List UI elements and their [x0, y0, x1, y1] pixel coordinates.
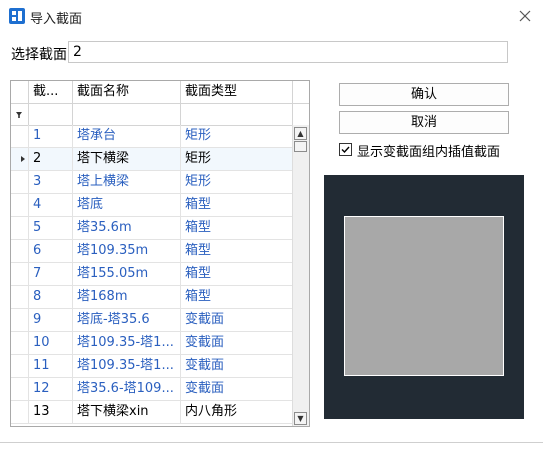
row-indicator-cell[interactable] [11, 194, 29, 216]
row-name-cell[interactable]: 塔35.6m [73, 217, 181, 239]
row-id-cell[interactable]: 5 [29, 217, 73, 239]
row-indicator-cell[interactable] [11, 217, 29, 239]
row-id-cell[interactable]: 10 [29, 332, 73, 354]
row-indicator-cell[interactable] [11, 309, 29, 331]
row-indicator-cell[interactable] [11, 263, 29, 285]
header-name[interactable]: 截面名称 [73, 81, 181, 103]
header-type[interactable]: 截面类型 [181, 81, 293, 103]
row-name-cell[interactable]: 塔155.05m [73, 263, 181, 285]
row-name-cell[interactable]: 塔上横梁 [73, 171, 181, 193]
table-row[interactable]: 13 塔下横梁xin 内八角形 [11, 401, 293, 424]
checkmark-icon [341, 146, 350, 154]
filter-icon[interactable] [11, 103, 29, 125]
row-pointer-icon [21, 156, 25, 162]
row-type-cell[interactable]: 箱型 [181, 263, 293, 285]
scroll-thumb[interactable] [294, 141, 307, 152]
row-type-cell[interactable]: 矩形 [181, 171, 293, 193]
row-name-cell[interactable]: 塔35.6-塔109... [73, 378, 181, 400]
filter-name-cell[interactable] [73, 103, 181, 125]
table-row[interactable]: 6 塔109.35m 箱型 [11, 240, 293, 263]
close-icon[interactable] [515, 6, 535, 26]
table-row[interactable]: 5 塔35.6m 箱型 [11, 217, 293, 240]
app-icon [9, 8, 25, 24]
cancel-button[interactable]: 取消 [339, 111, 509, 134]
window-title: 导入截面 [30, 12, 83, 27]
row-type-cell[interactable]: 箱型 [181, 217, 293, 239]
interp-checkbox-label[interactable]: 显示变截面组内插值截面 [357, 141, 500, 160]
table-row[interactable]: 1 塔承台 矩形 [11, 125, 293, 148]
row-type-cell[interactable]: 变截面 [181, 309, 293, 331]
row-type-cell[interactable]: 箱型 [181, 240, 293, 262]
row-id-cell[interactable]: 12 [29, 378, 73, 400]
row-indicator-cell[interactable] [11, 240, 29, 262]
row-name-cell[interactable]: 塔168m [73, 286, 181, 308]
row-id-cell[interactable]: 13 [29, 401, 73, 423]
row-name-cell[interactable]: 塔下横梁xin [73, 401, 181, 423]
table-row[interactable]: 12 塔35.6-塔109... 变截面 [11, 378, 293, 401]
title-bar: 导入截面 [0, 0, 543, 32]
table-row[interactable]: 9 塔底-塔35.6 变截面 [11, 309, 293, 332]
row-id-cell[interactable]: 7 [29, 263, 73, 285]
row-indicator-cell[interactable] [11, 171, 29, 193]
table-row[interactable]: 4 塔底 箱型 [11, 194, 293, 217]
row-id-cell[interactable]: 3 [29, 171, 73, 193]
row-type-cell[interactable]: 箱型 [181, 286, 293, 308]
vertical-scrollbar[interactable]: ▲ ▼ [292, 125, 309, 426]
header-id[interactable]: 截... [29, 81, 73, 103]
row-type-cell[interactable]: 变截面 [181, 332, 293, 354]
row-id-cell[interactable]: 4 [29, 194, 73, 216]
section-preview [324, 175, 524, 419]
header-indicator-cell [11, 81, 29, 103]
table-header: 截... 截面名称 截面类型 [11, 81, 309, 104]
row-type-cell[interactable]: 变截面 [181, 355, 293, 377]
table-row[interactable]: 7 塔155.05m 箱型 [11, 263, 293, 286]
select-section-label: 选择截面 [11, 47, 67, 63]
filter-row[interactable] [11, 103, 309, 126]
row-indicator-cell[interactable] [11, 286, 29, 308]
row-type-cell[interactable]: 矩形 [181, 125, 293, 147]
table-row[interactable]: 10 塔109.35-塔1... 变截面 [11, 332, 293, 355]
row-name-cell[interactable]: 塔109.35m [73, 240, 181, 262]
row-indicator-cell[interactable] [11, 125, 29, 147]
scroll-up-icon[interactable]: ▲ [294, 127, 307, 140]
row-indicator-cell[interactable] [11, 401, 29, 423]
row-name-cell[interactable]: 塔承台 [73, 125, 181, 147]
row-type-cell[interactable]: 内八角形 [181, 401, 293, 423]
row-name-cell[interactable]: 塔底 [73, 194, 181, 216]
interp-checkbox[interactable] [339, 143, 352, 156]
row-indicator-cell[interactable] [11, 332, 29, 354]
row-id-cell[interactable]: 2 [29, 148, 73, 170]
row-id-cell[interactable]: 1 [29, 125, 73, 147]
row-indicator-cell[interactable] [11, 148, 29, 170]
row-type-cell[interactable]: 矩形 [181, 148, 293, 170]
section-table[interactable]: 截... 截面名称 截面类型 1 塔承台 矩形 2 塔下横梁 矩形 3 塔上横梁 矩形 4 塔底 箱型… [10, 80, 310, 427]
filter-type-cell[interactable] [181, 103, 293, 125]
row-id-cell[interactable]: 11 [29, 355, 73, 377]
row-name-cell[interactable]: 塔109.35-塔1... [73, 332, 181, 354]
table-row[interactable]: 3 塔上横梁 矩形 [11, 171, 293, 194]
row-id-cell[interactable]: 9 [29, 309, 73, 331]
row-indicator-cell[interactable] [11, 355, 29, 377]
bottom-divider [0, 442, 543, 443]
table-row[interactable]: 2 塔下横梁 矩形 [11, 148, 293, 171]
table-row[interactable]: 11 塔109.35-塔1... 变截面 [11, 355, 293, 378]
table-row[interactable]: 8 塔168m 箱型 [11, 286, 293, 309]
filter-id-cell[interactable] [29, 103, 73, 125]
row-type-cell[interactable]: 变截面 [181, 378, 293, 400]
row-name-cell[interactable]: 塔底-塔35.6 [73, 309, 181, 331]
row-name-cell[interactable]: 塔下横梁 [73, 148, 181, 170]
select-section-input[interactable]: 2 [68, 41, 508, 63]
row-name-cell[interactable]: 塔109.35-塔1... [73, 355, 181, 377]
row-type-cell[interactable]: 箱型 [181, 194, 293, 216]
section-shape [344, 216, 504, 376]
row-id-cell[interactable]: 8 [29, 286, 73, 308]
confirm-button[interactable]: 确认 [339, 83, 509, 106]
row-id-cell[interactable]: 6 [29, 240, 73, 262]
row-indicator-cell[interactable] [11, 378, 29, 400]
scroll-down-icon[interactable]: ▼ [294, 412, 307, 425]
